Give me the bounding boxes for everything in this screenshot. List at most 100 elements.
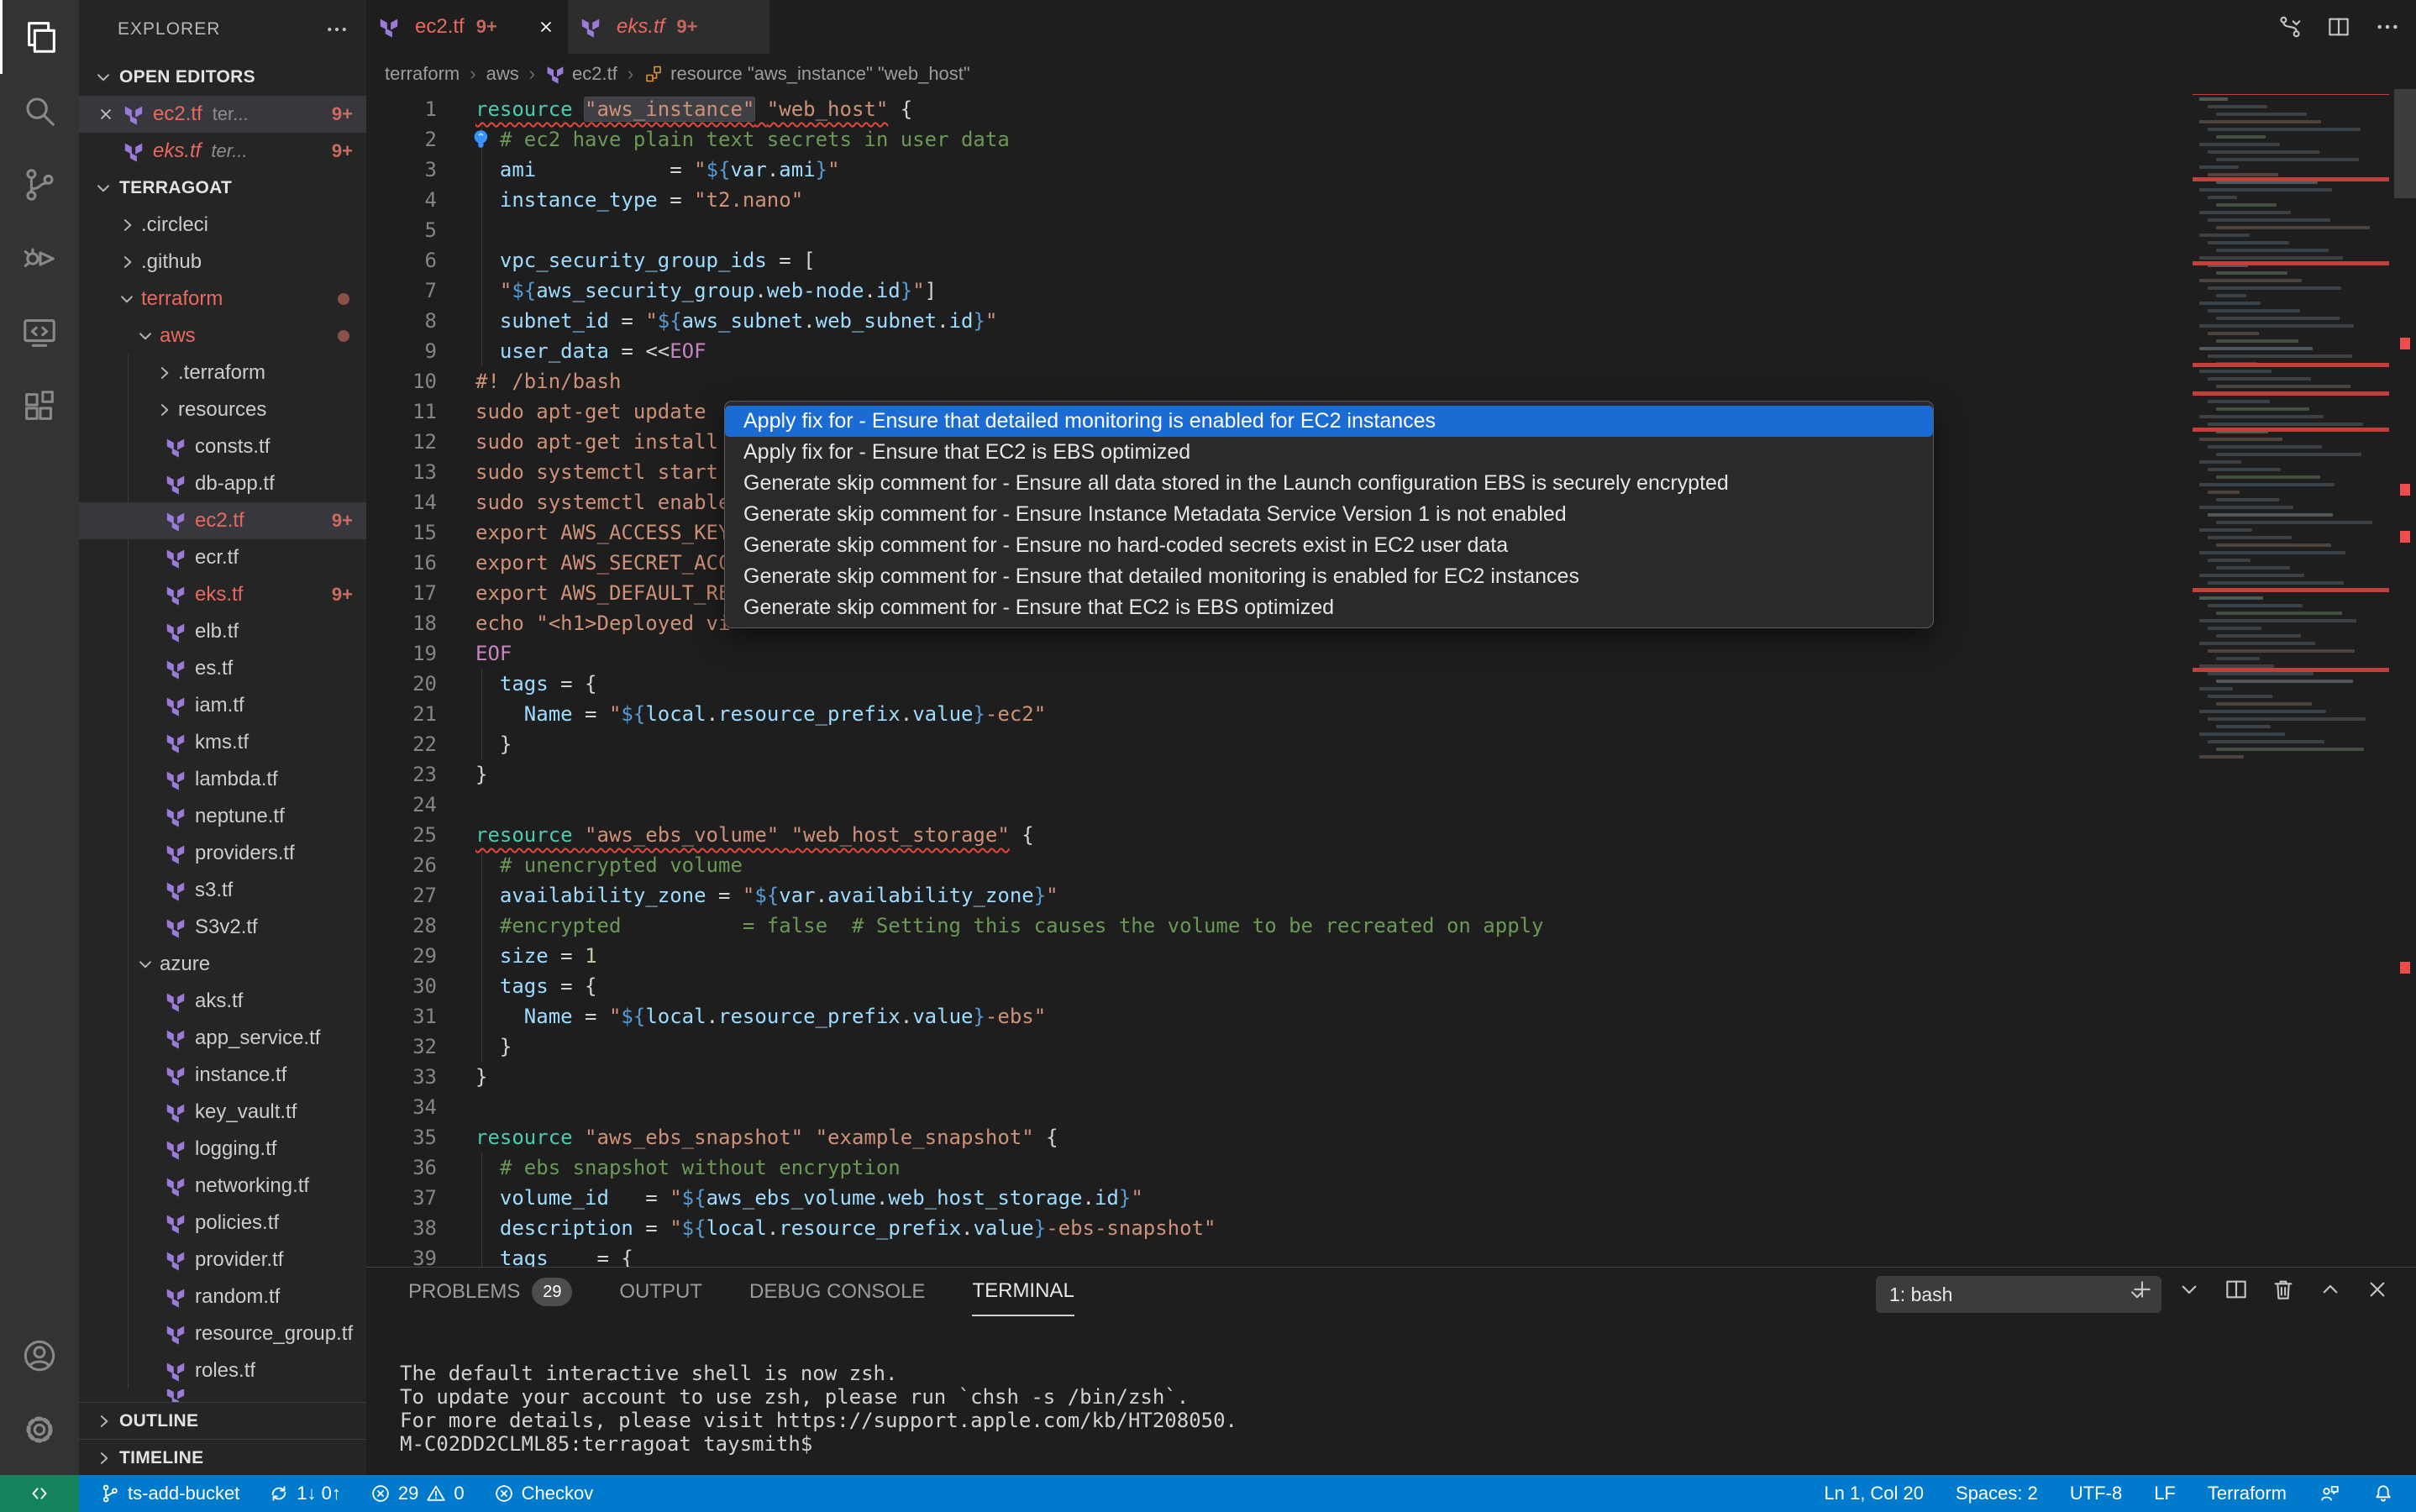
- code-line-2[interactable]: 2 # ec2 have plain text secrets in user …: [366, 124, 2193, 155]
- terminal-dropdown-icon[interactable]: [2176, 1276, 2203, 1303]
- indentation[interactable]: Spaces: 2: [1956, 1483, 2038, 1504]
- search-activity-button[interactable]: [0, 74, 79, 148]
- code-line-25[interactable]: 25resource "aws_ebs_volume" "web_host_st…: [366, 820, 2193, 850]
- language-mode[interactable]: Terraform: [2208, 1483, 2287, 1504]
- source-control-activity-button[interactable]: [0, 148, 79, 222]
- new-terminal-icon[interactable]: [2129, 1276, 2156, 1303]
- code-line-26[interactable]: 26 # unencrypted volume: [366, 850, 2193, 880]
- git-branch-status[interactable]: ts-add-bucket: [99, 1483, 239, 1504]
- context-menu-item[interactable]: Generate skip comment for - Ensure all d…: [725, 468, 1933, 499]
- code-line-21[interactable]: 21 Name = "${local.resource_prefix.value…: [366, 699, 2193, 729]
- breadcrumb-item[interactable]: ec2.tf: [545, 63, 617, 85]
- tree-file-providers.tf[interactable]: providers.tf: [79, 835, 366, 872]
- tree-file-S3v2.tf[interactable]: S3v2.tf: [79, 909, 366, 946]
- tree-file-networking.tf[interactable]: networking.tf: [79, 1168, 366, 1205]
- code-line-6[interactable]: 6 vpc_security_group_ids = [: [366, 245, 2193, 276]
- problems-status[interactable]: 290: [370, 1483, 465, 1504]
- compare-changes-icon[interactable]: [2277, 13, 2303, 40]
- tree-folder-.github[interactable]: .github: [79, 244, 366, 281]
- tree-file-clipped[interactable]: [79, 1389, 366, 1402]
- code-line-29[interactable]: 29 size = 1: [366, 941, 2193, 971]
- panel-tab-problems[interactable]: PROBLEMS29: [408, 1268, 572, 1316]
- tree-file-resource_group.tf[interactable]: resource_group.tf: [79, 1315, 366, 1352]
- tree-file-elb.tf[interactable]: elb.tf: [79, 613, 366, 650]
- tree-file-key_vault.tf[interactable]: key_vault.tf: [79, 1094, 366, 1131]
- code-line-1[interactable]: 1resource "aws_instance" "web_host" {: [366, 94, 2193, 124]
- breadcrumb-item[interactable]: terraform: [385, 63, 460, 85]
- code-line-33[interactable]: 33}: [366, 1062, 2193, 1092]
- tab-ec2.tf[interactable]: ec2.tf9+: [366, 0, 568, 54]
- tree-file-aks.tf[interactable]: aks.tf: [79, 983, 366, 1020]
- context-menu-item[interactable]: Generate skip comment for - Ensure Insta…: [725, 499, 1933, 530]
- tree-file-ec2.tf[interactable]: ec2.tf9+: [79, 502, 366, 539]
- timeline-section-header[interactable]: TIMELINE: [79, 1439, 366, 1475]
- context-menu-item[interactable]: Apply fix for - Ensure that EC2 is EBS o…: [725, 437, 1933, 468]
- open-editor-item[interactable]: eks.tfter...9+: [79, 133, 366, 170]
- panel-tab-debug-console[interactable]: DEBUG CONSOLE: [749, 1268, 925, 1316]
- feedback-status[interactable]: [2319, 1483, 2340, 1504]
- tree-folder-.terraform[interactable]: .terraform: [79, 354, 366, 391]
- code-line-23[interactable]: 23}: [366, 759, 2193, 790]
- panel-tab-output[interactable]: OUTPUT: [619, 1268, 702, 1316]
- explorer-activity-button[interactable]: [0, 0, 79, 74]
- tree-file-s3.tf[interactable]: s3.tf: [79, 872, 366, 909]
- eol[interactable]: LF: [2154, 1483, 2176, 1504]
- tree-file-eks.tf[interactable]: eks.tf9+: [79, 576, 366, 613]
- tree-file-app_service.tf[interactable]: app_service.tf: [79, 1020, 366, 1057]
- cursor-position[interactable]: Ln 1, Col 20: [1824, 1483, 1924, 1504]
- tree-file-roles.tf[interactable]: roles.tf: [79, 1352, 366, 1389]
- lightbulb-icon[interactable]: [469, 127, 494, 152]
- code-editor[interactable]: 1resource "aws_instance" "web_host" {2 #…: [366, 94, 2193, 1267]
- extensions-activity-button[interactable]: [0, 370, 79, 444]
- code-line-9[interactable]: 9 user_data = <<EOF: [366, 336, 2193, 366]
- code-line-36[interactable]: 36 # ebs snapshot without encryption: [366, 1152, 2193, 1183]
- context-menu-item[interactable]: Generate skip comment for - Ensure that …: [725, 561, 1933, 592]
- tree-folder-aws[interactable]: aws: [79, 318, 366, 354]
- tree-file-policies.tf[interactable]: policies.tf: [79, 1205, 366, 1242]
- split-editor-icon[interactable]: [2325, 13, 2352, 40]
- notifications-status[interactable]: [2372, 1483, 2394, 1504]
- code-line-19[interactable]: 19EOF: [366, 638, 2193, 669]
- maximize-panel-icon[interactable]: [2317, 1276, 2344, 1303]
- scrollbar-thumb[interactable]: [2394, 89, 2416, 198]
- code-line-20[interactable]: 20 tags = {: [366, 669, 2193, 699]
- code-line-5[interactable]: 5: [366, 215, 2193, 245]
- tree-folder-resources[interactable]: resources: [79, 391, 366, 428]
- encoding[interactable]: UTF-8: [2070, 1483, 2122, 1504]
- split-terminal-icon[interactable]: [2223, 1276, 2250, 1303]
- tree-file-lambda.tf[interactable]: lambda.tf: [79, 761, 366, 798]
- code-line-35[interactable]: 35resource "aws_ebs_snapshot" "example_s…: [366, 1122, 2193, 1152]
- close-panel-icon[interactable]: [2364, 1276, 2391, 1303]
- tree-folder-.circleci[interactable]: .circleci: [79, 207, 366, 244]
- code-line-10[interactable]: 10#! /bin/bash: [366, 366, 2193, 396]
- remote-explorer-activity-button[interactable]: [0, 296, 79, 370]
- context-menu-item[interactable]: Apply fix for - Ensure that detailed mon…: [725, 406, 1933, 437]
- tree-file-provider.tf[interactable]: provider.tf: [79, 1242, 366, 1278]
- tree-file-logging.tf[interactable]: logging.tf: [79, 1131, 366, 1168]
- code-line-3[interactable]: 3 ami = "${var.ami}": [366, 155, 2193, 185]
- remote-indicator[interactable]: [0, 1475, 79, 1512]
- breadcrumb-item[interactable]: aws: [486, 63, 519, 85]
- tree-file-ecr.tf[interactable]: ecr.tf: [79, 539, 366, 576]
- terminal-output[interactable]: The default interactive shell is now zsh…: [400, 1362, 1237, 1456]
- tree-file-kms.tf[interactable]: kms.tf: [79, 724, 366, 761]
- code-line-7[interactable]: 7 "${aws_security_group.web-node.id}"]: [366, 276, 2193, 306]
- code-line-39[interactable]: 39 tags = {: [366, 1243, 2193, 1267]
- tree-file-iam.tf[interactable]: iam.tf: [79, 687, 366, 724]
- minimap[interactable]: [2193, 94, 2394, 1267]
- breadcrumb-item[interactable]: resource "aws_instance" "web_host": [643, 63, 970, 85]
- close-icon[interactable]: [536, 17, 556, 37]
- tree-folder-azure[interactable]: azure: [79, 946, 366, 983]
- tree-folder-terraform[interactable]: terraform: [79, 281, 366, 318]
- context-menu-item[interactable]: Generate skip comment for - Ensure that …: [725, 592, 1933, 623]
- code-line-32[interactable]: 32 }: [366, 1032, 2193, 1062]
- tree-file-instance.tf[interactable]: instance.tf: [79, 1057, 366, 1094]
- tree-file-es.tf[interactable]: es.tf: [79, 650, 366, 687]
- close-icon[interactable]: [96, 104, 116, 124]
- settings-gear-button[interactable]: [0, 1393, 79, 1467]
- terminal-shell-select[interactable]: 1: bash: [1876, 1276, 2161, 1313]
- code-line-34[interactable]: 34: [366, 1092, 2193, 1122]
- account-button[interactable]: [0, 1319, 79, 1393]
- code-line-38[interactable]: 38 description = "${local.resource_prefi…: [366, 1213, 2193, 1243]
- code-line-8[interactable]: 8 subnet_id = "${aws_subnet.web_subnet.i…: [366, 306, 2193, 336]
